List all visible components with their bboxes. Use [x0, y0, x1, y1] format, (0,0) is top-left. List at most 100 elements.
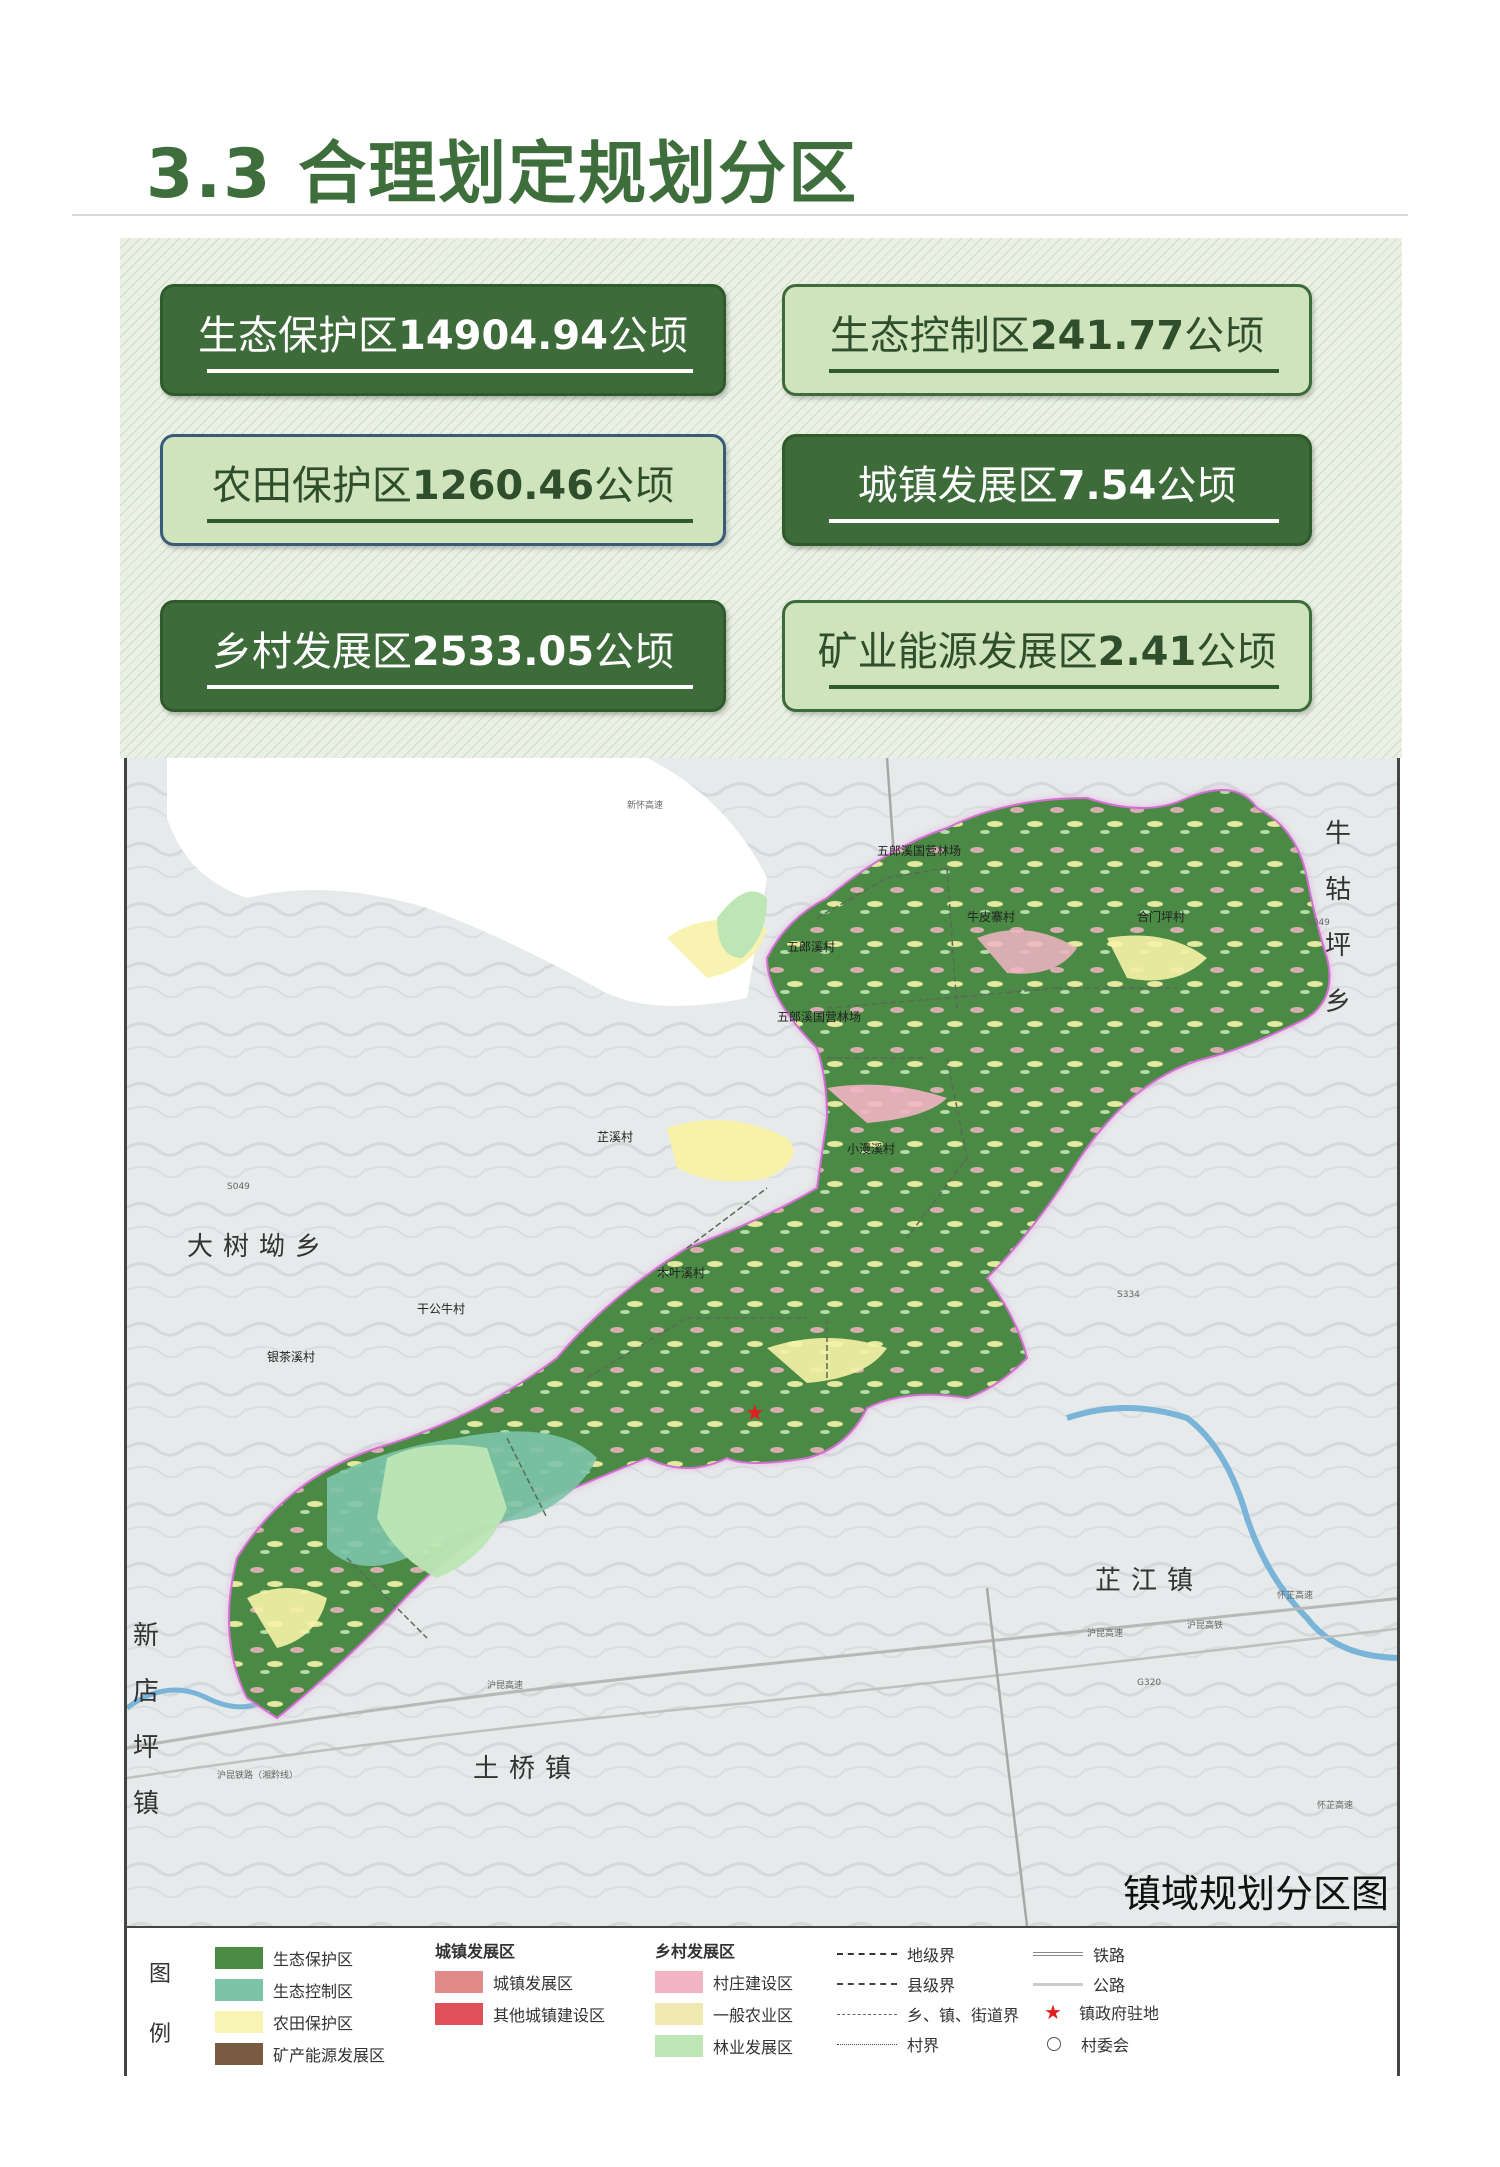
- legend-label: 林业发展区: [713, 2038, 794, 2057]
- legend-label: 村委会: [1081, 2036, 1130, 2055]
- legend-zone: 农田保护区: [215, 2010, 353, 2034]
- boundary-line-sample: [837, 2013, 897, 2015]
- legend-boundary: 村界: [837, 2032, 939, 2056]
- legend-swatch: [215, 1947, 263, 1969]
- town-seat-marker: ★: [745, 1401, 765, 1426]
- road-label: S049: [1307, 918, 1330, 928]
- stat-underline: [207, 519, 693, 523]
- stat-unit: 公顷: [1184, 313, 1265, 359]
- village-label: 木叶溪村: [657, 1266, 706, 1280]
- stat-unit: 公顷: [594, 463, 675, 509]
- legend-boundary: 乡、镇、街道界: [837, 2002, 1019, 2026]
- stat-name: 生态控制区: [829, 313, 1030, 359]
- village-label: 牛皮寨村: [967, 910, 1016, 924]
- map-legend: 图 例 生态保护区 生态控制区 农田保护区 矿产能源发展区 城镇发展区 城镇发展…: [124, 1926, 1400, 2076]
- road-label: 沪昆铁路（湘黔线）: [217, 1771, 299, 1781]
- legend-zone: 一般农业区: [655, 2002, 793, 2026]
- legend-label: 铁路: [1093, 1946, 1126, 1965]
- village-label: 小漫溪村: [847, 1142, 896, 1156]
- legend-swatch: [655, 1971, 703, 1993]
- title-divider: [72, 214, 1408, 216]
- stat-value: 14904.94: [397, 313, 609, 359]
- legend-label: 镇政府驻地: [1079, 2004, 1160, 2023]
- stat-card-eco-control: 生态控制区241.77公顷: [782, 284, 1312, 396]
- legend-zone: 生态控制区: [215, 1978, 353, 2002]
- map-canvas: ★: [127, 758, 1397, 1926]
- legend-group-title: 城镇发展区: [435, 1942, 516, 1961]
- road-label: S334: [1117, 1290, 1140, 1300]
- road-label: 沪昆高速: [1087, 1629, 1124, 1639]
- legend-zone: 林业发展区: [655, 2034, 793, 2058]
- legend-label: 生态控制区: [273, 1982, 354, 2001]
- legend-label: 一般农业区: [713, 2006, 794, 2025]
- stat-underline: [829, 369, 1279, 373]
- stat-underline: [829, 685, 1279, 689]
- legend-label: 其他城镇建设区: [493, 2006, 606, 2025]
- legend-village-committee: 村委会: [1033, 2032, 1129, 2056]
- legend-group-title: 乡村发展区: [655, 1942, 736, 1961]
- legend-zone: 城镇发展区: [435, 1970, 573, 1994]
- road-label: 怀芷高速: [1317, 1801, 1354, 1811]
- stat-value: 241.77: [1029, 313, 1185, 359]
- stat-underline: [207, 685, 693, 689]
- neighbor-lower-right: 芷江镇: [1095, 1566, 1204, 1596]
- village-label: 五郎溪国营林场: [777, 1010, 862, 1024]
- road-line-sample: [1033, 1982, 1083, 1986]
- legend-heading: 图: [149, 1962, 172, 1987]
- stat-card-rural-development: 乡村发展区2533.05公顷: [160, 600, 726, 712]
- legend-zone: 村庄建设区: [655, 1970, 793, 1994]
- neighbor-lower-left: 新店坪镇: [132, 1621, 159, 1819]
- stat-unit: 公顷: [1156, 463, 1237, 509]
- legend-zone: 矿产能源发展区: [215, 2042, 385, 2066]
- neighbor-left: 大树坳乡: [187, 1232, 332, 1262]
- legend-swatch: [215, 2043, 263, 2065]
- stat-name: 农田保护区: [211, 463, 412, 509]
- stat-name: 矿业能源发展区: [817, 629, 1098, 675]
- stat-value: 2.41: [1097, 629, 1197, 675]
- stat-name: 乡村发展区: [211, 629, 412, 675]
- stat-card-farmland-protection: 农田保护区1260.46公顷: [160, 434, 726, 546]
- stat-value: 2533.05: [411, 629, 595, 675]
- boundary-line-sample: [837, 2043, 897, 2045]
- legend-swatch: [435, 1971, 483, 1993]
- village-label: 银茶溪村: [267, 1350, 316, 1364]
- legend-label: 矿产能源发展区: [273, 2046, 386, 2065]
- road-label: G320: [1137, 1678, 1162, 1688]
- legend-label: 生态保护区: [273, 1950, 354, 1969]
- stat-name: 生态保护区: [197, 313, 398, 359]
- legend-label: 农田保护区: [273, 2014, 354, 2033]
- village-label: 合门坪村: [1137, 910, 1186, 924]
- legend-zone: 其他城镇建设区: [435, 2002, 605, 2026]
- page-title: 3.3 合理划定规划分区: [146, 135, 859, 214]
- legend-town-seat: ★ 镇政府驻地: [1033, 2000, 1159, 2024]
- road-label: S049: [227, 1182, 250, 1192]
- legend-boundary: 县级界: [837, 1972, 955, 1996]
- legend-road: 公路: [1033, 1972, 1125, 1996]
- road-label: 沪昆高速: [487, 1681, 524, 1691]
- neighbor-bottom: 土桥镇: [473, 1754, 582, 1784]
- legend-swatch: [215, 2011, 263, 2033]
- village-label: 五郎溪国营林场: [877, 844, 962, 858]
- legend-label: 县级界: [907, 1976, 956, 1995]
- stat-underline: [207, 369, 693, 373]
- boundary-line-sample: [837, 1983, 897, 1985]
- legend-railway: 铁路: [1033, 1942, 1125, 1966]
- legend-swatch: [655, 2003, 703, 2025]
- village-label: 五郎溪村: [787, 940, 836, 954]
- legend-label: 村庄建设区: [713, 1974, 794, 1993]
- stat-value: 7.54: [1057, 463, 1157, 509]
- legend-boundary: 地级界: [837, 1942, 955, 1966]
- legend-label: 村界: [907, 2036, 940, 2055]
- legend-heading: 例: [149, 2022, 172, 2047]
- road-label: 新怀高速: [627, 801, 664, 811]
- legend-label: 地级界: [907, 1946, 956, 1965]
- railway-line-sample: [1033, 1952, 1083, 1956]
- legend-zone: 生态保护区: [215, 1946, 353, 1970]
- legend-swatch: [655, 2035, 703, 2057]
- stat-name: 城镇发展区: [857, 463, 1058, 509]
- map-title: 镇域规划分区图: [1122, 1872, 1389, 1916]
- legend-swatch: [435, 2003, 483, 2025]
- legend-label: 城镇发展区: [493, 1974, 574, 1993]
- stat-card-urban-development: 城镇发展区7.54公顷: [782, 434, 1312, 546]
- stat-card-eco-protection: 生态保护区14904.94公顷: [160, 284, 726, 396]
